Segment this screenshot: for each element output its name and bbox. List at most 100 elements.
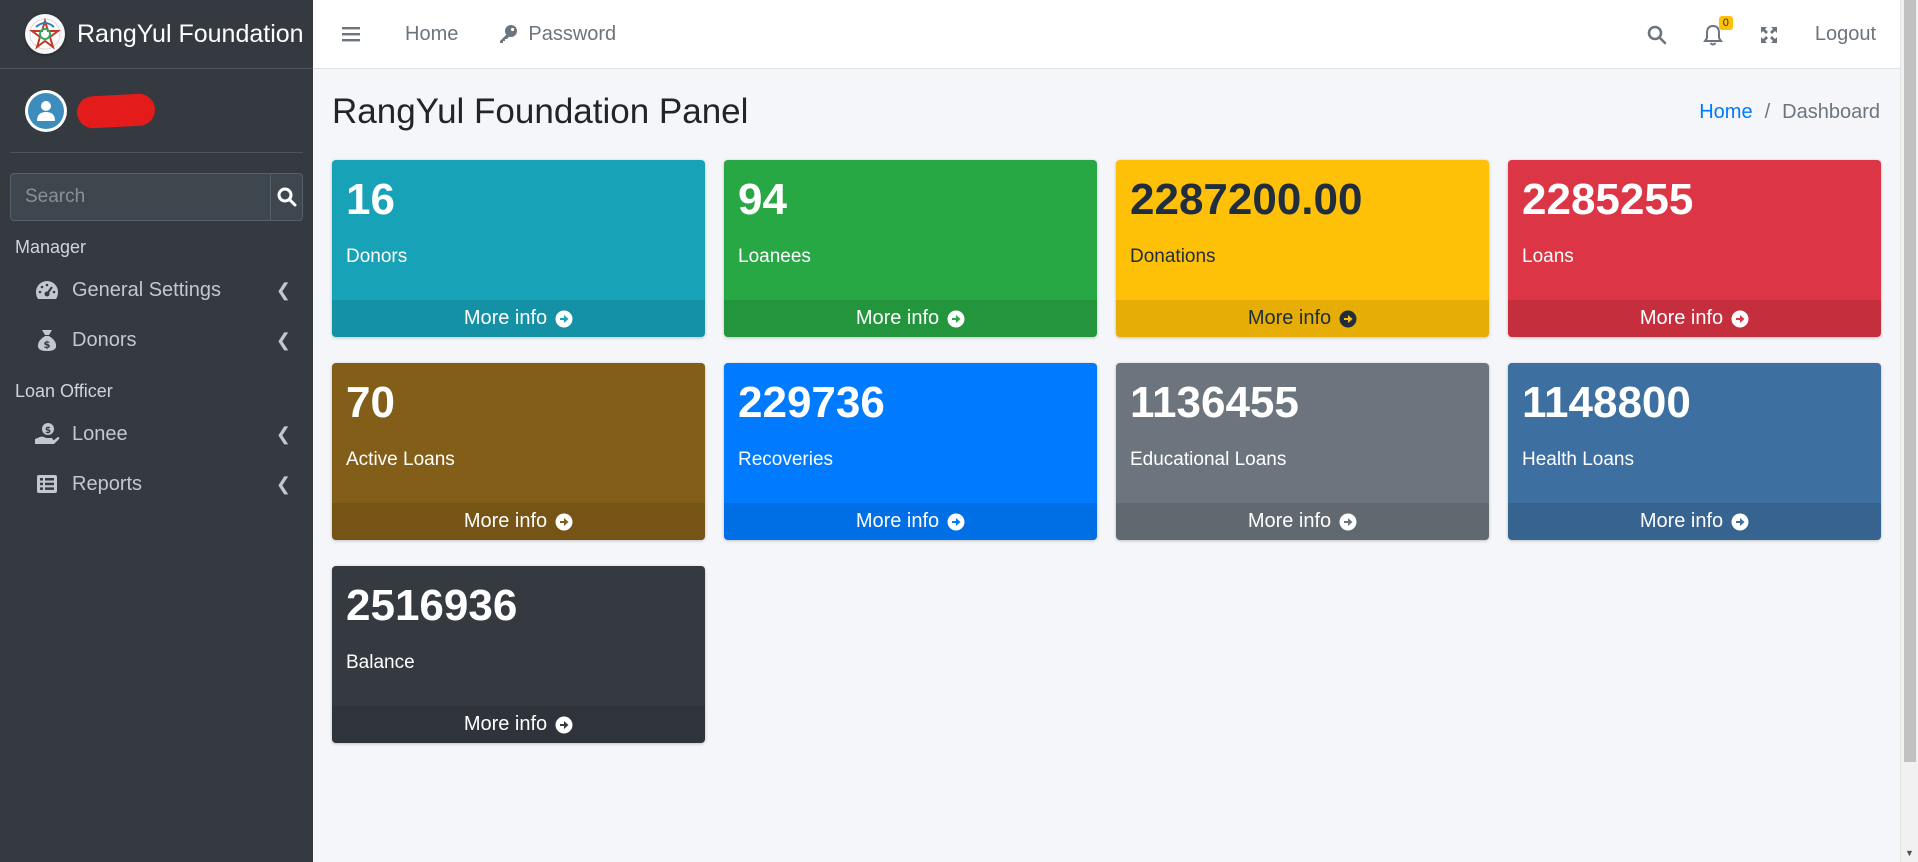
- more-info-link[interactable]: More info: [1508, 300, 1881, 337]
- breadcrumb-current: Dashboard: [1782, 100, 1880, 123]
- more-info-link[interactable]: More info: [332, 300, 705, 337]
- stats-grid: 16 Donors More info 94 Loanees More info…: [332, 160, 1881, 743]
- more-info-link[interactable]: More info: [724, 300, 1097, 337]
- chevron-left-icon: ❮: [275, 329, 291, 350]
- sidebar-item-reports[interactable]: Reports ❮: [0, 459, 313, 509]
- scroll-down-arrow-icon[interactable]: ▼: [1905, 848, 1914, 858]
- chevron-left-icon: ❮: [275, 279, 291, 300]
- nav-header-loan-officer: Loan Officer: [15, 381, 113, 401]
- arrow-circle-right-icon: [947, 310, 965, 327]
- stat-value: 16: [346, 175, 395, 224]
- more-info-link[interactable]: More info: [1116, 503, 1489, 540]
- page-scrollbar[interactable]: ▼: [1900, 0, 1918, 862]
- sidebar-item-lonee[interactable]: $ Lonee ❮: [0, 409, 313, 459]
- breadcrumb: Home / Dashboard: [1699, 101, 1880, 124]
- arrow-circle-right-icon: [947, 513, 965, 530]
- sidebar-item-label: Reports: [72, 472, 143, 495]
- brand-link[interactable]: RangYul Foundation: [0, 0, 313, 69]
- stat-box-loanees: 94 Loanees More info: [724, 160, 1097, 337]
- more-info-label: More info: [855, 510, 940, 532]
- brand-name: RangYul Foundation: [77, 19, 304, 48]
- sidebar-item-label: General Settings: [72, 278, 221, 301]
- logout-link[interactable]: Logout: [1815, 23, 1876, 46]
- stat-value: 1136455: [1130, 378, 1299, 427]
- chevron-left-icon: ❮: [275, 473, 291, 494]
- stat-label: Donors: [346, 246, 408, 268]
- sidebar-item-general-settings[interactable]: General Settings ❮: [0, 265, 313, 315]
- stat-label: Loanees: [738, 246, 811, 268]
- content-header: RangYul Foundation Panel Home / Dashboar…: [332, 84, 1880, 140]
- arrow-circle-right-icon: [1339, 513, 1357, 530]
- arrow-circle-right-icon: [1731, 310, 1749, 327]
- hamburger-icon: [342, 27, 360, 42]
- expand-arrows-icon: [1760, 26, 1777, 43]
- stat-box-health-loans: 1148800 Health Loans More info: [1508, 363, 1881, 540]
- breadcrumb-separator: /: [1764, 100, 1771, 123]
- notifications-button[interactable]: 0: [1702, 15, 1733, 46]
- user-panel[interactable]: [10, 69, 303, 153]
- more-info-link[interactable]: More info: [1508, 503, 1881, 540]
- stat-box-educational-loans: 1136455 Educational Loans More info: [1116, 363, 1489, 540]
- fullscreen-button[interactable]: [1759, 25, 1779, 45]
- more-info-label: More info: [463, 510, 548, 532]
- stat-label: Active Loans: [346, 449, 455, 471]
- sidebar-search: [10, 173, 303, 221]
- page-title: RangYul Foundation Panel: [332, 92, 749, 131]
- user-icon: [37, 100, 55, 121]
- more-info-label: More info: [463, 713, 548, 735]
- more-info-link[interactable]: More info: [332, 706, 705, 743]
- scrollbar-thumb[interactable]: [1904, 0, 1916, 762]
- stat-box-active-loans: 70 Active Loans More info: [332, 363, 705, 540]
- more-info-label: More info: [1247, 510, 1332, 532]
- search-icon: [1647, 25, 1667, 44]
- arrow-circle-right-icon: [555, 310, 573, 327]
- more-info-link[interactable]: More info: [332, 503, 705, 540]
- stat-box-donations: 2287200.00 Donations More info: [1116, 160, 1489, 337]
- nav-home-link[interactable]: Home: [405, 23, 458, 46]
- stat-value: 229736: [738, 378, 885, 427]
- stat-box-balance: 2516936 Balance More info: [332, 566, 705, 743]
- stat-label: Recoveries: [738, 449, 834, 471]
- sidebar-search-input[interactable]: [11, 174, 270, 220]
- more-info-link[interactable]: More info: [724, 503, 1097, 540]
- nav-password-link[interactable]: Password: [498, 23, 616, 46]
- stat-box-recoveries: 229736 Recoveries More info: [724, 363, 1097, 540]
- more-info-label: More info: [1639, 307, 1724, 329]
- list-icon: [34, 471, 60, 497]
- nav-password-label: Password: [528, 22, 617, 45]
- navbar-search-button[interactable]: [1647, 25, 1667, 45]
- menu-toggle-button[interactable]: [341, 25, 363, 43]
- nav-header-manager: Manager: [15, 237, 87, 257]
- top-navbar: Home Password 0 Logout: [313, 0, 1900, 69]
- sidebar-item-label: Lonee: [72, 422, 128, 445]
- breadcrumb-home-link[interactable]: Home: [1699, 101, 1752, 124]
- arrow-circle-right-icon: [1339, 310, 1357, 327]
- user-name-redacted[interactable]: [76, 92, 156, 129]
- sidebar: RangYul Foundation Manager: [0, 0, 313, 862]
- tachometer-icon: [34, 277, 60, 303]
- stat-value: 2285255: [1522, 175, 1694, 224]
- avatar[interactable]: [25, 89, 67, 132]
- stat-value: 94: [738, 175, 787, 224]
- chevron-left-icon: ❮: [275, 423, 291, 444]
- arrow-circle-right-icon: [555, 716, 573, 733]
- arrow-circle-right-icon: [555, 513, 573, 530]
- svg-text:$: $: [44, 340, 51, 351]
- sidebar-item-donors[interactable]: $ Donors ❮: [0, 315, 313, 365]
- hand-holding-usd-icon: $: [34, 421, 60, 447]
- stat-box-donors: 16 Donors More info: [332, 160, 705, 337]
- notifications-badge: 0: [1718, 15, 1733, 30]
- brand-logo: [25, 14, 65, 54]
- sidebar-item-label: Donors: [72, 328, 137, 351]
- navbar-right: 0 Logout: [1611, 0, 1876, 69]
- stat-label: Health Loans: [1522, 449, 1634, 471]
- stat-box-loans: 2285255 Loans More info: [1508, 160, 1881, 337]
- more-info-label: More info: [855, 307, 940, 329]
- money-bag-icon: $: [34, 327, 60, 353]
- stat-value: 2287200.00: [1130, 175, 1363, 224]
- sidebar-search-button[interactable]: [270, 174, 302, 220]
- more-info-link[interactable]: More info: [1116, 300, 1489, 337]
- stat-value: 2516936: [346, 581, 518, 630]
- more-info-label: More info: [463, 307, 548, 329]
- stat-label: Balance: [346, 652, 415, 674]
